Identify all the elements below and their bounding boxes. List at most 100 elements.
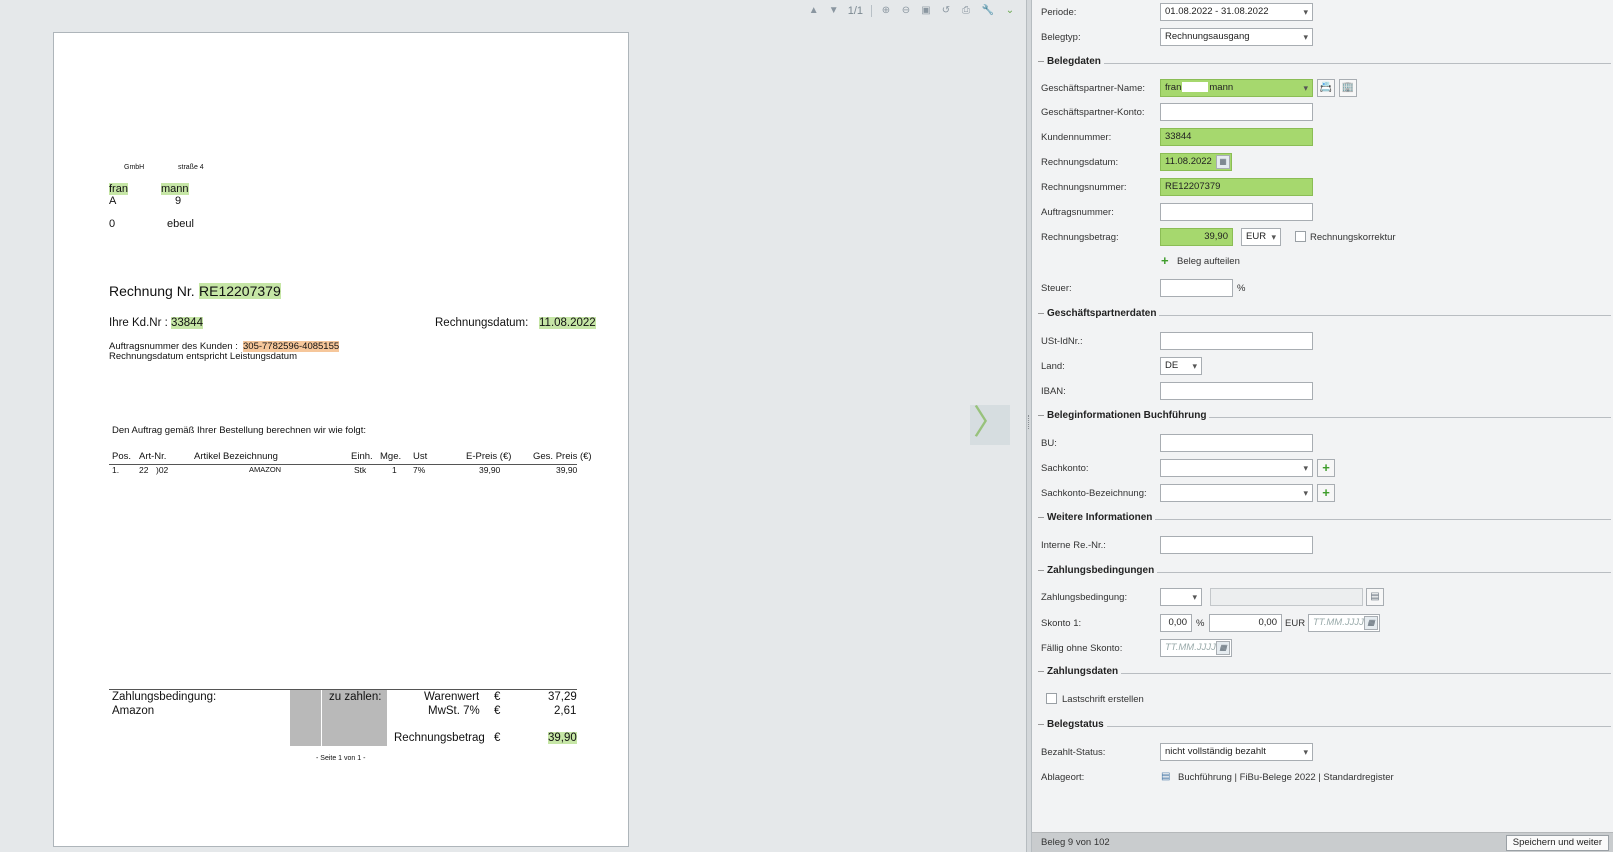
calendar-icon[interactable]: ▤: [1366, 588, 1384, 606]
sachkonto-select[interactable]: [1160, 459, 1313, 477]
table-header-unit: Einh.: [351, 451, 373, 462]
zahlungsbed-label: Zahlungsbedingung:: [1041, 592, 1128, 603]
payment-terms-value: Amazon: [112, 705, 155, 717]
gp-konto-row: Geschäftspartner-Konto:: [1032, 103, 1613, 123]
section-weitere-informationen: Weitere Informationen: [1032, 512, 1613, 526]
table-cell-unit: Stk: [354, 465, 367, 475]
recipient-line3-a: 0: [109, 218, 116, 230]
sachkonto-label: Sachkonto:: [1041, 463, 1089, 474]
table-cell-description: AMAZON: [249, 465, 282, 474]
save-and-next-button[interactable]: Speichern und weiter: [1505, 835, 1609, 851]
skonto-amount-input[interactable]: 0,00: [1209, 614, 1282, 632]
gp-name-first: fran: [1165, 82, 1182, 93]
periode-row: Periode: 01.08.2022 - 31.08.2022: [1032, 3, 1613, 23]
section-rule: [1042, 726, 1611, 727]
section-zahlungsbedingungen: Zahlungsbedingungen: [1032, 565, 1613, 579]
plus-icon[interactable]: +: [1161, 254, 1169, 268]
gp-name-last: mann: [1209, 82, 1234, 93]
section-zahlungsbed-title: Zahlungsbedingungen: [1036, 565, 1158, 576]
splitter-grip[interactable]: [1028, 415, 1030, 429]
status-bar: Beleg 9 von 102 Speichern und weiter: [1032, 832, 1613, 852]
add-sachkonto-bez-plus-icon[interactable]: +: [1317, 484, 1335, 502]
interne-re-input[interactable]: [1160, 536, 1313, 554]
building-icon[interactable]: 🏢: [1339, 79, 1357, 97]
rechnungsdatum-label: Rechnungsdatum:: [1041, 157, 1119, 168]
invoice-title-number: RE12207379: [199, 283, 281, 299]
iban-label: IBAN:: [1041, 386, 1066, 397]
iban-input[interactable]: [1160, 382, 1313, 400]
invoice-intro-text: Den Auftrag gemäß Ihrer Bestellung berec…: [112, 425, 366, 436]
periode-select[interactable]: 01.08.2022 - 31.08.2022: [1160, 3, 1313, 21]
rotate-icon[interactable]: ↺: [940, 5, 952, 17]
table-header-qty: Mge.: [380, 451, 402, 462]
zahlungsbed-text: [1210, 588, 1363, 606]
gp-name-select[interactable]: fran mann: [1160, 79, 1313, 97]
to-pay-label: zu zahlen:: [329, 691, 382, 703]
lastschrift-checkbox[interactable]: [1046, 693, 1057, 704]
faellig-date-input[interactable]: TT.MM.JJJJ ▦: [1160, 639, 1232, 657]
rechnungsdatum-value: 11.08.2022: [1165, 156, 1212, 167]
gp-konto-input[interactable]: [1160, 103, 1313, 121]
zoom-out-icon[interactable]: ⊖: [900, 5, 912, 17]
section-rule: [1042, 63, 1611, 64]
section-zahlungsdaten: Zahlungsdaten: [1032, 666, 1613, 680]
steuer-input[interactable]: [1160, 279, 1233, 297]
fit-page-icon[interactable]: ▣: [920, 5, 932, 17]
table-header-artnr: Art-Nr.: [139, 451, 167, 462]
zoom-in-icon[interactable]: ⊕: [880, 5, 892, 17]
wrench-icon[interactable]: 🔧: [980, 5, 996, 17]
rechnungsbetrag-input[interactable]: 39,90: [1160, 228, 1233, 246]
steuer-unit: %: [1237, 283, 1246, 294]
redacted-block: [1182, 82, 1209, 93]
sachkonto-bez-select[interactable]: [1160, 484, 1313, 502]
invoice-title-prefix: Rechnung Nr.: [109, 283, 195, 299]
ustid-input[interactable]: [1160, 332, 1313, 350]
periode-label: Periode:: [1041, 7, 1077, 18]
skonto-date-input[interactable]: TT.MM.JJJJ ▦: [1308, 614, 1380, 632]
faellig-label: Fällig ohne Skonto:: [1041, 643, 1123, 654]
recipient-line2-a: A: [109, 195, 117, 207]
ablageort-value[interactable]: Buchführung | FiBu-Belege 2022 | Standar…: [1178, 772, 1394, 783]
page-footer: - Seite 1 von 1 -: [316, 755, 366, 762]
auftragsnummer-input[interactable]: [1160, 203, 1313, 221]
belegtyp-select[interactable]: Rechnungsausgang: [1160, 28, 1313, 46]
pdf-icon[interactable]: ⎙: [960, 5, 972, 17]
skonto-row: Skonto 1: 0,00 % 0,00 EUR TT.MM.JJJJ ▦: [1032, 614, 1613, 634]
calendar-icon[interactable]: ▦: [1216, 641, 1230, 655]
sachkonto-bez-label: Sachkonto-Bezeichnung:: [1041, 488, 1147, 499]
booking-form: Periode: 01.08.2022 - 31.08.2022 Belegty…: [1032, 0, 1613, 852]
land-select[interactable]: DE: [1160, 357, 1202, 375]
chevron-down-icon[interactable]: ⌄: [1004, 5, 1016, 17]
arrow-up-icon[interactable]: ▲: [808, 5, 820, 17]
lastschrift-label: Lastschrift erstellen: [1062, 694, 1144, 705]
sender-company: GmbH: [124, 164, 145, 171]
bu-input[interactable]: [1160, 434, 1313, 452]
rechnungsdatum-input[interactable]: 11.08.2022 ▦: [1160, 153, 1232, 171]
auftragsnummer-row: Auftragsnummer:: [1032, 203, 1613, 223]
kundennummer-input[interactable]: 33844: [1160, 128, 1313, 146]
table-header-pos: Pos.: [112, 451, 132, 462]
calendar-icon[interactable]: ▦: [1364, 616, 1378, 630]
beleg-aufteilen-link[interactable]: Beleg aufteilen: [1177, 256, 1240, 267]
skonto-percent-input[interactable]: 0,00: [1160, 614, 1192, 632]
invoice-total-label: Rechnungsbetrag: [394, 732, 485, 744]
rechnungsnummer-input[interactable]: RE12207379: [1160, 178, 1313, 196]
rechnungskorrektur-checkbox[interactable]: [1295, 231, 1306, 242]
viewer-toolbar: ▲ ▼ 1/1 ⊕ ⊖ ▣ ↺ ⎙ 🔧 ⌄: [808, 2, 1016, 20]
ustid-label: USt-IdNr.:: [1041, 336, 1083, 347]
arrow-down-icon[interactable]: ▼: [828, 5, 840, 17]
next-document-arrow-icon[interactable]: 〉: [970, 405, 1010, 445]
add-sachkonto-plus-icon[interactable]: +: [1317, 459, 1335, 477]
bezahlt-select[interactable]: nicht vollständig bezahlt: [1160, 743, 1313, 761]
address-book-icon[interactable]: 📇: [1317, 79, 1335, 97]
bu-label: BU:: [1041, 438, 1057, 449]
beleg-counter: Beleg 9 von 102: [1041, 837, 1110, 848]
zahlungsbed-select[interactable]: [1160, 588, 1202, 606]
calendar-icon[interactable]: ▦: [1216, 155, 1230, 169]
belegtyp-label: Belegtyp:: [1041, 32, 1081, 43]
service-date-note: Rechnungsdatum entspricht Leistungsdatum: [109, 351, 298, 362]
currency-select[interactable]: EUR: [1241, 228, 1281, 246]
iban-row: IBAN:: [1032, 382, 1613, 402]
bezahlt-row: Bezahlt-Status: nicht vollständig bezahl…: [1032, 743, 1613, 763]
recipient-line3-b: ebeul: [167, 218, 194, 230]
